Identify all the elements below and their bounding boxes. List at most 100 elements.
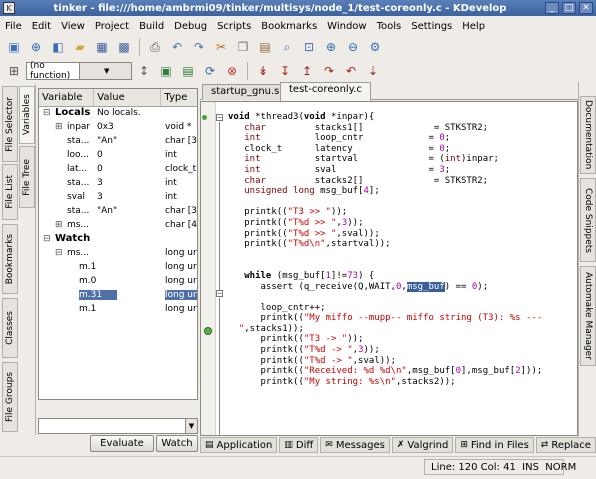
evaluate-button[interactable]: Evaluate <box>90 435 154 452</box>
step-out-icon[interactable]: ↥ <box>297 61 317 81</box>
column-type[interactable]: Type <box>161 89 197 106</box>
code-line[interactable]: printk(("T%d >> ",3)); <box>228 218 542 229</box>
class-browser-icon[interactable]: ⊞ <box>4 61 24 81</box>
code-line[interactable]: char stacks1[] = STKSTR2; <box>228 123 542 134</box>
stop-debug-icon[interactable]: ⇣ <box>363 61 383 81</box>
menu-project[interactable]: Project <box>90 21 134 32</box>
next-icon[interactable]: ↷ <box>319 61 339 81</box>
step-into-icon[interactable]: ↡ <box>253 61 273 81</box>
tab-file-list[interactable]: File List <box>2 164 18 220</box>
menu-bookmarks[interactable]: Bookmarks <box>256 21 322 32</box>
code-line[interactable]: clock_t latency = 0; <box>228 144 542 155</box>
column-variable[interactable]: Variable <box>39 89 95 106</box>
variable-row[interactable]: loo... 0 int <box>39 149 197 163</box>
fold-toggle-icon[interactable]: − <box>216 114 223 121</box>
tab-code-snippets[interactable]: Code Snippets <box>580 178 596 262</box>
close-button[interactable]: ✕ <box>579 2 593 14</box>
code-line[interactable]: while (msg_buf[1]!=73) { <box>228 271 542 282</box>
bottom-tab-find-in-files[interactable]: ⊞ Find in Files <box>455 437 534 453</box>
bottom-tab-messages[interactable]: ✉ Messages <box>320 437 390 453</box>
bottom-tab-application[interactable]: ▤ Application <box>200 437 278 453</box>
tab-file-selector[interactable]: File Selector <box>2 86 18 162</box>
code-line[interactable]: printk(("T3 -> ")); <box>228 334 542 345</box>
tab-variables[interactable]: Variables <box>19 86 35 144</box>
code-line[interactable]: char stacks2[] = STKSTR2; <box>228 176 542 187</box>
expand-icon[interactable]: ⊞ <box>55 122 63 132</box>
chevron-down-icon[interactable]: ▼ <box>185 419 197 433</box>
variables-tree[interactable]: Variable Value Type ⊟ Locals No locals. ⊞ in… <box>38 88 198 400</box>
variable-row[interactable]: m.0 long ur <box>39 275 197 289</box>
code-line[interactable]: printk(("T%d\n",startval)); <box>228 239 542 250</box>
select-icon[interactable]: ⊡ <box>299 37 319 57</box>
tab-automake-manager[interactable]: Automake Manager <box>580 266 596 366</box>
bottom-tab-diff[interactable]: ▥ Diff <box>279 437 319 453</box>
code-line[interactable]: ",stacks1)); <box>228 324 542 335</box>
menu-help[interactable]: Help <box>457 21 490 32</box>
zoom-in-icon[interactable]: ⊕ <box>321 37 341 57</box>
copy-icon[interactable]: ❐ <box>233 37 253 57</box>
menu-window[interactable]: Window <box>322 21 371 32</box>
menu-tools[interactable]: Tools <box>372 21 407 32</box>
redo-icon[interactable]: ↷ <box>189 37 209 57</box>
code-line[interactable]: loop_cntr++; <box>228 303 542 314</box>
paste-icon[interactable]: ▤ <box>255 37 275 57</box>
tab-test-coreonly[interactable]: test-coreonly.c <box>280 82 371 101</box>
variable-row[interactable]: sta... "An" char [3 <box>39 205 197 219</box>
chevron-down-icon[interactable]: ▼ <box>78 63 131 79</box>
print-icon[interactable]: ⎙ <box>145 37 165 57</box>
tab-bookmarks[interactable]: Bookmarks <box>2 224 18 294</box>
cut-icon[interactable]: ✂ <box>211 37 231 57</box>
collapse-icon[interactable]: ⊟ <box>55 248 63 258</box>
save-all-icon[interactable]: ▩ <box>114 37 134 57</box>
save-icon[interactable]: ▦ <box>92 37 112 57</box>
build-icon[interactable]: ▣ <box>156 61 176 81</box>
breakpoint-icon[interactable] <box>204 327 212 335</box>
stop-icon[interactable]: ⊗ <box>222 61 242 81</box>
variable-row[interactable]: m.31 long ur <box>39 289 197 303</box>
code-line[interactable]: assert (q_receive(Q,WAIT,0,msg_buf) == 0… <box>228 281 542 293</box>
fold-toggle-icon[interactable]: − <box>216 290 223 297</box>
new-file-icon[interactable]: ▣ <box>4 37 24 57</box>
code-line[interactable]: printk(("T%d >> ",sval)); <box>228 229 542 240</box>
menu-scripts[interactable]: Scripts <box>212 21 256 32</box>
maximize-button[interactable]: □ <box>562 2 576 14</box>
tab-file-groups[interactable]: File Groups <box>2 362 18 432</box>
open-folder-icon[interactable]: ▰ <box>70 37 90 57</box>
code-editor[interactable]: − − void *thread3(void *inpar){ char sta… <box>200 101 578 436</box>
variable-row[interactable]: ⊟ Watch <box>39 233 197 247</box>
code-line[interactable]: printk(("T%d -> ",sval)); <box>228 356 542 367</box>
variable-row[interactable]: ⊟ ms... long ur <box>39 247 197 261</box>
variable-row[interactable]: m.1 long ur <box>39 261 197 275</box>
function-combo[interactable]: (no function) ▼ <box>26 61 132 81</box>
code-line[interactable]: unsigned long msg_buf[4]; <box>228 186 542 197</box>
expand-icon[interactable]: ⊞ <box>55 220 63 230</box>
menu-edit[interactable]: Edit <box>27 21 56 32</box>
code-line[interactable] <box>228 292 542 303</box>
watch-button[interactable]: Watch <box>156 435 198 452</box>
code-line[interactable]: printk(("Received: %d %d\n",msg_buf[0],m… <box>228 366 543 377</box>
zoom-out-icon[interactable]: ⊖ <box>343 37 363 57</box>
code-text[interactable]: void *thread3(void *inpar){ char stacks1… <box>228 112 542 387</box>
menu-build[interactable]: Build <box>134 21 169 32</box>
find-icon[interactable]: ⊕ <box>26 37 46 57</box>
collapse-icon[interactable]: ⊟ <box>43 108 51 118</box>
code-line[interactable] <box>228 250 542 261</box>
tab-file-tree[interactable]: File Tree <box>19 146 35 208</box>
variable-row[interactable]: sta... 3 int <box>39 177 197 191</box>
collapse-icon[interactable]: ⊟ <box>43 234 51 244</box>
tab-documentation[interactable]: Documentation <box>580 96 596 174</box>
code-line[interactable]: printk(("My miffo --mupp-- miffo string … <box>228 313 543 324</box>
menu-settings[interactable]: Settings <box>406 21 457 32</box>
tab-startup-gnu[interactable]: startup_gnu.s <box>202 84 289 100</box>
variable-row[interactable]: sta... "An" char [3 <box>39 135 197 149</box>
bottom-tab-replace[interactable]: ⇄ Replace <box>535 437 596 453</box>
code-line[interactable] <box>228 197 542 208</box>
find-in-file-icon[interactable]: ⌕ <box>277 37 297 57</box>
menu-file[interactable]: File <box>0 21 27 32</box>
undo-icon[interactable]: ↶ <box>167 37 187 57</box>
tab-classes[interactable]: Classes <box>2 298 18 358</box>
step-over-icon[interactable]: ↧ <box>275 61 295 81</box>
step-instruction-icon[interactable]: ↶ <box>341 61 361 81</box>
code-line[interactable]: void *thread3(void *inpar){ <box>228 112 542 123</box>
column-value[interactable]: Value <box>94 89 162 106</box>
